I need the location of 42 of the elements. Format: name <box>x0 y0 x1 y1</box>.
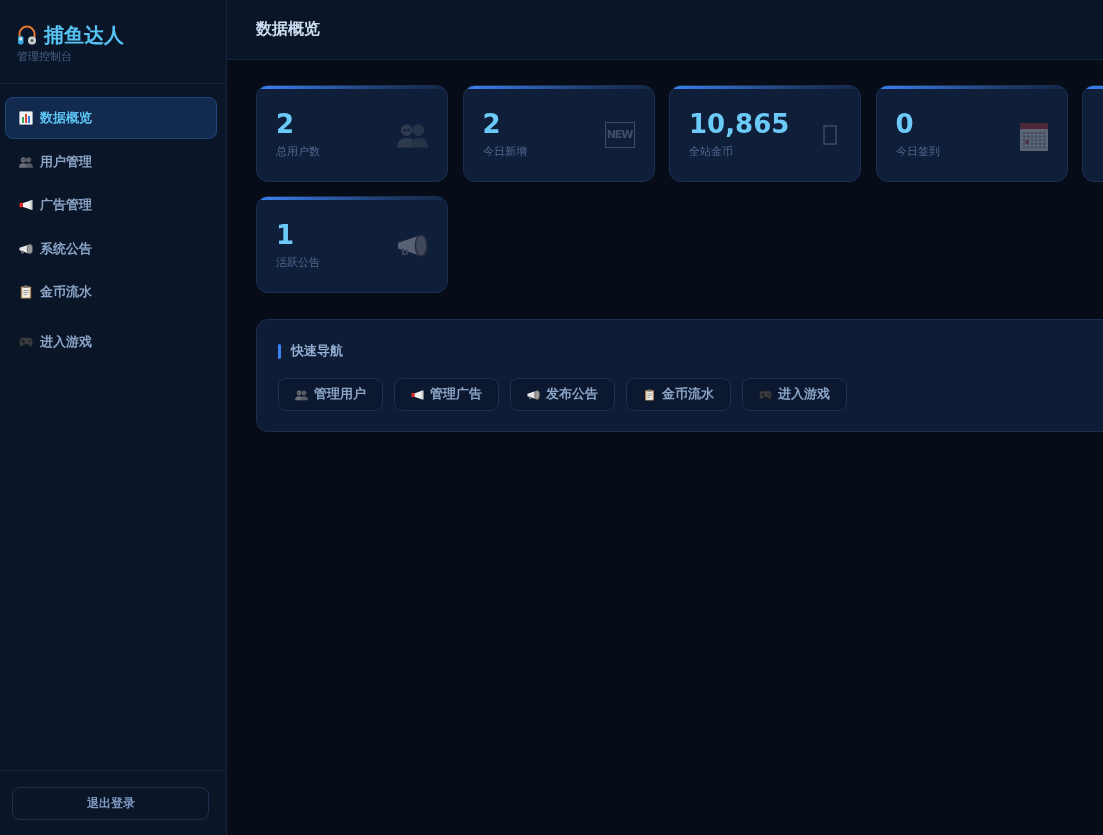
sidebar-nav-item[interactable]: 系统公告 <box>5 227 217 270</box>
bar-chart-icon <box>19 111 33 125</box>
app-title: 捕鱼达人 <box>44 22 124 48</box>
quick-nav-button[interactable]: 管理用户 <box>278 378 383 411</box>
headphones-icon <box>17 24 37 46</box>
stat-label: 全站金币 <box>689 144 733 159</box>
gamepad-icon <box>759 388 772 401</box>
megaphone-icon <box>19 198 33 212</box>
sidebar-nav-item[interactable]: 用户管理 <box>5 140 217 183</box>
megaphone-icon <box>411 388 424 401</box>
people-icon <box>19 154 33 169</box>
sidebar-nav-item[interactable]: 进入游戏 <box>5 320 217 363</box>
stat-value: 0 <box>895 108 914 139</box>
panel-title: 快速导航 <box>291 342 343 360</box>
quick-nav-button[interactable]: 进入游戏 <box>742 378 847 411</box>
stat-label: 活跃公告 <box>276 255 320 270</box>
stat-value: 2 <box>482 108 501 139</box>
people-icon <box>397 121 428 148</box>
quick-nav-button[interactable]: 金币流水 <box>626 378 731 411</box>
stat-value: 2 <box>276 108 295 139</box>
stat-value: 1 <box>276 219 295 250</box>
stat-label: 今日签到 <box>895 144 940 159</box>
app-subtitle: 管理控制台 <box>17 50 72 64</box>
gamepad-icon <box>19 334 33 349</box>
stat-value: 10,865 <box>689 108 790 139</box>
megaphone-icon <box>527 388 540 401</box>
people-icon <box>295 388 308 401</box>
megaphone-icon <box>397 234 428 257</box>
quick-nav-button[interactable]: 管理广告 <box>394 378 499 411</box>
quick-nav-button[interactable]: 发布公告 <box>510 378 615 411</box>
clipboard-icon <box>19 285 33 299</box>
stat-label: 总用户数 <box>276 144 320 159</box>
sidebar-nav-item[interactable]: 数据概览 <box>5 97 217 139</box>
logout-button[interactable]: 退出登录 <box>12 787 209 820</box>
megaphone-icon <box>19 241 33 256</box>
calendar-icon <box>1019 122 1048 151</box>
clipboard-icon <box>643 388 656 401</box>
sidebar-nav-item[interactable]: 广告管理 <box>5 184 217 226</box>
sidebar-nav-item[interactable]: 金币流水 <box>5 271 217 313</box>
page-title: 数据概览 <box>256 19 320 40</box>
stat-label: 今日新增 <box>482 144 527 159</box>
empty-box-icon <box>823 124 837 145</box>
